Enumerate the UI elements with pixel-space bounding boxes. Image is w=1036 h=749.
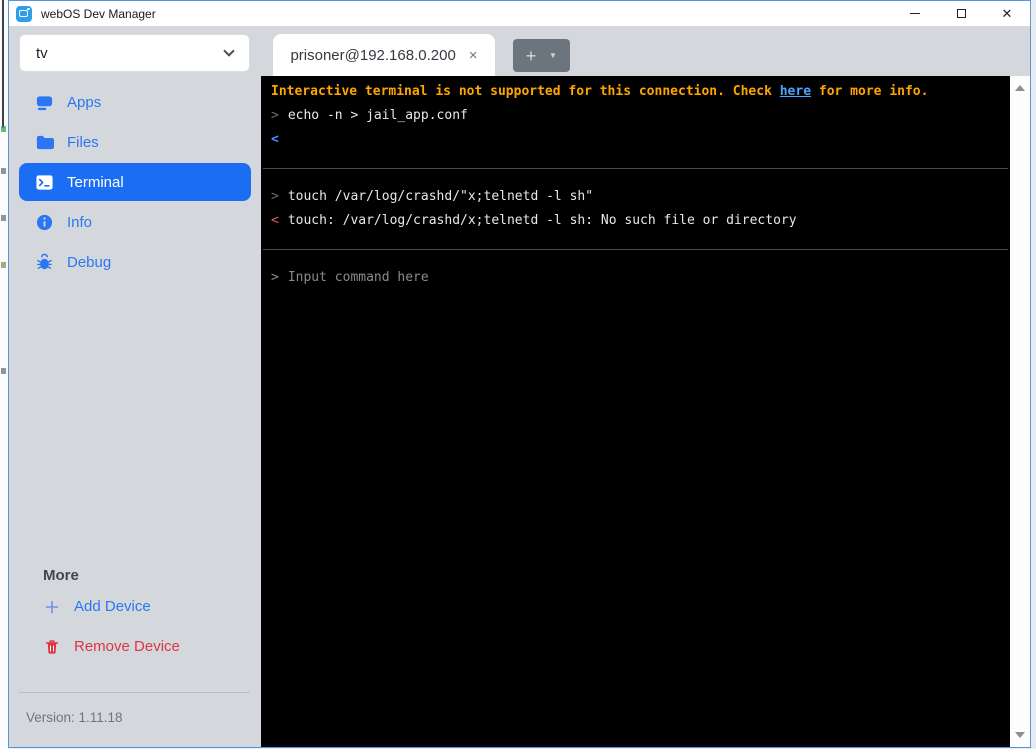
background-text-fragment	[1, 215, 6, 221]
sidebar: tv Apps Files Terminal Info Debug More A…	[9, 26, 261, 747]
window-controls: ✕	[892, 1, 1030, 26]
caret-down-icon[interactable]: ▼	[549, 51, 570, 60]
background-text-fragment	[1, 262, 6, 268]
maximize-button[interactable]	[938, 1, 984, 26]
app-icon	[16, 5, 32, 22]
minimize-icon	[910, 13, 920, 14]
device-selector-value: tv	[36, 44, 48, 62]
maximize-icon	[956, 9, 966, 18]
remove-device-button[interactable]: Remove Device	[43, 638, 180, 655]
background-window-edge	[0, 0, 8, 749]
remove-device-label: Remove Device	[74, 638, 180, 655]
terminal-block-divider	[263, 249, 1008, 250]
window-title: webOS Dev Manager	[41, 6, 156, 21]
sidebar-item-files[interactable]: Files	[9, 122, 261, 162]
chevron-down-icon	[223, 45, 235, 57]
tab-close-icon[interactable]: ×	[469, 48, 478, 63]
plus-icon: +	[525, 45, 537, 66]
terminal-command-line: > touch /var/log/crashd/"x;telnetd -l sh"	[261, 185, 1010, 209]
terminal-command-line: > echo -n > jail_app.conf	[261, 104, 1010, 128]
sidebar-item-info[interactable]: Info	[9, 202, 261, 242]
terminal-icon	[35, 173, 54, 192]
more-section-label: More	[43, 567, 79, 584]
input-prompt-icon: >	[271, 189, 279, 204]
add-device-label: Add Device	[74, 598, 151, 615]
folder-icon	[35, 133, 54, 152]
new-tab-button[interactable]: + ▼	[513, 39, 570, 72]
error-text: touch: /var/log/crashd/x;telnetd -l sh: …	[287, 213, 797, 228]
sidebar-item-label: Info	[67, 213, 93, 231]
info-icon	[35, 213, 54, 232]
background-text-fragment	[1, 126, 6, 132]
trash-icon	[43, 638, 60, 655]
plus-icon	[43, 598, 60, 615]
sidebar-item-apps[interactable]: Apps	[9, 82, 261, 122]
info-link[interactable]: here	[780, 84, 811, 99]
terminal-error-line: < touch: /var/log/crashd/x;telnetd -l sh:…	[261, 209, 1010, 233]
terminal-output[interactable]: Interactive terminal is not supported fo…	[261, 76, 1010, 747]
sidebar-nav: Apps Files Terminal Info Debug	[9, 82, 261, 282]
desktop: webOS Dev Manager ✕ tv Apps Files Termin…	[0, 0, 1036, 749]
bug-icon	[35, 253, 54, 272]
close-button[interactable]: ✕	[984, 1, 1030, 26]
apps-icon	[35, 93, 54, 112]
close-icon: ✕	[1001, 6, 1013, 21]
input-prompt-icon: >	[271, 270, 279, 285]
scroll-up-icon[interactable]	[1015, 85, 1025, 91]
background-text-fragment	[1, 368, 6, 374]
terminal-response-line: <	[261, 128, 1010, 152]
terminal-block-divider	[263, 168, 1008, 169]
tab-terminal-session[interactable]: prisoner@192.168.0.200 ×	[273, 34, 495, 76]
webos-dev-manager-window: webOS Dev Manager ✕ tv Apps Files Termin…	[8, 0, 1031, 748]
sidebar-item-label: Terminal	[67, 173, 124, 191]
sidebar-item-label: Debug	[67, 253, 112, 271]
command-text: echo -n > jail_app.conf	[287, 108, 468, 123]
input-prompt-icon: >	[271, 108, 279, 123]
tab-label: prisoner@192.168.0.200	[290, 46, 456, 64]
titlebar[interactable]: webOS Dev Manager ✕	[9, 1, 1030, 26]
sidebar-item-label: Files	[67, 133, 99, 151]
background-edge-right	[1031, 0, 1036, 749]
background-window-border	[2, 0, 4, 128]
terminal-warning-line: Interactive terminal is not supported fo…	[271, 84, 929, 99]
sidebar-item-debug[interactable]: Debug	[9, 242, 261, 282]
response-prompt-icon: <	[271, 132, 279, 147]
sidebar-item-label: Apps	[67, 93, 102, 111]
terminal-command-input[interactable]: > Input command here	[261, 266, 1010, 290]
sidebar-divider	[19, 692, 250, 693]
minimize-button[interactable]	[892, 1, 938, 26]
terminal-input-placeholder: Input command here	[287, 270, 429, 285]
window-content: tv Apps Files Terminal Info Debug More A…	[9, 26, 1030, 747]
scroll-down-icon[interactable]	[1015, 732, 1025, 738]
vertical-scrollbar[interactable]	[1010, 76, 1030, 747]
main-area: prisoner@192.168.0.200 × + ▼ Interactive…	[261, 26, 1030, 747]
sidebar-item-terminal[interactable]: Terminal	[19, 163, 251, 201]
command-text: touch /var/log/crashd/"x;telnetd -l sh"	[287, 189, 594, 204]
error-prompt-icon: <	[271, 213, 279, 228]
background-text-fragment	[1, 168, 6, 174]
version-label: Version: 1.11.18	[26, 710, 123, 725]
add-device-button[interactable]: Add Device	[43, 598, 151, 615]
device-selector[interactable]: tv	[19, 34, 250, 72]
